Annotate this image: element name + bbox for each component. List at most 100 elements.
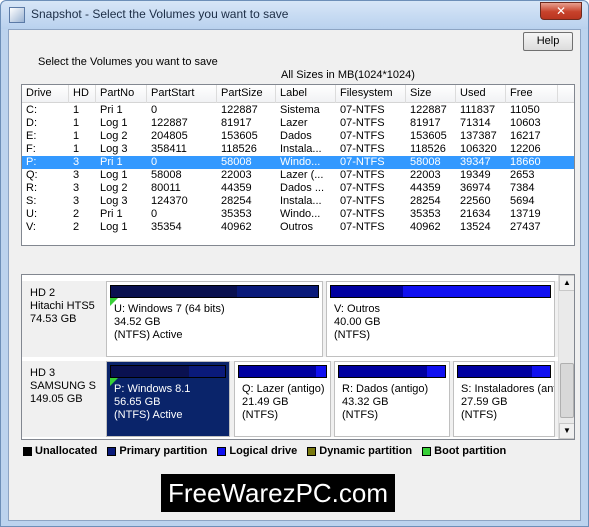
app-icon — [9, 7, 25, 23]
table-cell: 40962 — [410, 221, 441, 233]
table-cell: 18660 — [510, 156, 541, 168]
legend-swatch — [23, 446, 32, 456]
table-cell: 13719 — [510, 208, 541, 220]
partition-line3: (NTFS) — [461, 409, 498, 421]
table-row[interactable]: Q: 3 Log 1 58008 22003 Lazer (... 07-NTFS 22003… — [22, 169, 574, 182]
scroll-down-icon[interactable]: ▼ — [559, 423, 574, 439]
column-header[interactable]: PartSize — [217, 85, 276, 103]
table-cell: 07-NTFS — [340, 130, 385, 142]
legend-label: Unallocated — [35, 445, 98, 457]
help-button[interactable]: Help — [523, 32, 573, 51]
table-cell: 3 — [73, 169, 80, 181]
instruction-text: Select the Volumes you want to save — [38, 56, 218, 68]
column-header[interactable]: PartStart — [147, 85, 217, 103]
partition-used-fill — [111, 286, 238, 297]
table-cell: 44359 — [221, 182, 252, 194]
partition-label: R: Dados (antigo) 43.32 GB (NTFS) — [342, 383, 428, 422]
table-cell: 118526 — [410, 143, 446, 155]
column-header[interactable]: Size — [406, 85, 456, 103]
table-cell: 204805 — [151, 130, 188, 142]
table-cell: Log 1 — [100, 169, 128, 181]
table-cell: 58008 — [151, 169, 182, 181]
partition-block[interactable]: Q: Lazer (antigo) 21.49 GB (NTFS) — [234, 361, 331, 437]
table-cell: Instala... — [280, 143, 322, 155]
close-button[interactable]: ✕ — [540, 2, 582, 20]
table-row[interactable]: F: 1 Log 3 358411 118526 Instala... 07-NTFS 118… — [22, 143, 574, 156]
table-cell: 137387 — [460, 130, 497, 142]
disk-map: HD 2 Hitachi HTS5 74.53 GB U: Windows 7 (64… — [21, 274, 575, 440]
column-header[interactable]: Drive — [22, 85, 69, 103]
table-cell: 22003 — [221, 169, 252, 181]
table-row[interactable]: P: 3 Pri 1 0 58008 Windo... 07-NTFS 58008 39347 1… — [22, 156, 574, 169]
table-cell: 122887 — [221, 104, 258, 116]
table-cell: 22560 — [460, 195, 491, 207]
table-cell: 28254 — [221, 195, 252, 207]
table-row[interactable]: D: 1 Log 1 122887 81917 Lazer 07-NTFS 81917 7131… — [22, 117, 574, 130]
disk-model: Hitachi HTS5 — [30, 300, 95, 312]
partition-line3: (NTFS) Active — [114, 329, 183, 341]
column-header[interactable]: Label — [276, 85, 336, 103]
legend-item: Boot partition — [422, 444, 506, 458]
partition-line2: 43.32 GB — [342, 396, 389, 408]
legend-swatch — [307, 446, 317, 456]
partition-block[interactable]: S: Instaladores (antigo)27.59 GB(NTFS) — [453, 361, 555, 437]
table-cell: 2 — [73, 221, 80, 233]
table-cell: 1 — [73, 104, 80, 116]
vertical-scrollbar[interactable]: ▲ ▼ — [558, 275, 574, 439]
table-cell: 106320 — [460, 143, 497, 155]
partition-line1: V: Outros — [334, 303, 381, 315]
table-cell: 122887 — [410, 104, 447, 116]
partition-usage-bar — [110, 285, 319, 298]
table-cell: E: — [26, 130, 37, 142]
partition-line1: Q: Lazer (antigo) — [242, 383, 325, 395]
table-cell: 111837 — [460, 104, 496, 116]
table-cell: 3 — [73, 156, 80, 168]
table-cell: 1 — [73, 143, 80, 155]
disk-name: HD 3 — [30, 367, 56, 379]
window-title: Snapshot - Select the Volumes you want t… — [31, 7, 289, 21]
table-row[interactable]: S: 3 Log 3 124370 28254 Instala... 07-NTFS 2825… — [22, 195, 574, 208]
table-row[interactable]: V: 2 Log 1 35354 40962 Outros 07-NTFS 40962 1352… — [22, 221, 574, 234]
column-header[interactable]: PartNo — [96, 85, 147, 103]
table-row[interactable]: C: 1 Pri 1 0 122887 Sistema 07-NTFS 122887 11183… — [22, 104, 574, 117]
table-cell: 153605 — [221, 130, 258, 142]
table-cell: 07-NTFS — [340, 156, 385, 168]
table-row[interactable]: U: 2 Pri 1 0 35353 Windo... 07-NTFS 35353 21634 1… — [22, 208, 574, 221]
partition-line3: (NTFS) Active — [114, 409, 183, 421]
partition-line3: (NTFS) — [334, 329, 371, 341]
table-cell: 07-NTFS — [340, 195, 385, 207]
partition-usage-bar — [338, 365, 446, 378]
dialog-body: Help Select the Volumes you want to save… — [8, 29, 581, 521]
disk-info: HD 2 Hitachi HTS5 74.53 GB — [22, 281, 98, 326]
table-row[interactable]: R: 3 Log 2 80011 44359 Dados ... 07-NTFS 44359 3… — [22, 182, 574, 195]
disk-row: HD 2 Hitachi HTS5 74.53 GB U: Windows 7 (64… — [22, 281, 559, 357]
column-header[interactable]: Filesystem — [336, 85, 406, 103]
disk-model: SAMSUNG S — [30, 380, 97, 392]
title-bar[interactable]: Snapshot - Select the Volumes you want t… — [1, 1, 588, 29]
table-cell: 58008 — [410, 156, 441, 168]
partition-line2: 56.65 GB — [114, 396, 161, 408]
table-cell: 3 — [73, 195, 80, 207]
table-cell: 07-NTFS — [340, 221, 385, 233]
partition-block[interactable]: R: Dados (antigo) 43.32 GB (NTFS) — [334, 361, 450, 437]
column-header[interactable]: Used — [456, 85, 506, 103]
table-cell: C: — [26, 104, 37, 116]
table-cell: 118526 — [221, 143, 257, 155]
table-cell: Pri 1 — [100, 104, 123, 116]
table-row[interactable]: E: 1 Log 2 204805 153605 Dados 07-NTFS 153605 13… — [22, 130, 574, 143]
table-cell: Outros — [280, 221, 314, 233]
disk-name: HD 2 — [30, 287, 56, 299]
volume-list[interactable]: Drive HD PartNo PartStart PartSize Label… — [21, 84, 575, 246]
partition-block[interactable]: P: Windows 8.1 56.65 GB (NTFS) Active — [106, 361, 230, 437]
table-cell: Pri 1 — [100, 208, 123, 220]
partition-block[interactable]: V: Outros 40.00 GB (NTFS) — [326, 281, 555, 357]
column-header[interactable]: Free — [506, 85, 558, 103]
scroll-up-icon[interactable]: ▲ — [559, 275, 574, 291]
scroll-thumb[interactable] — [560, 363, 574, 418]
partition-line1: P: Windows 8.1 — [114, 383, 191, 395]
legend-label: Primary partition — [119, 445, 208, 457]
partition-usage-bar — [110, 365, 226, 378]
column-header[interactable]: HD — [69, 85, 96, 103]
table-cell: 81917 — [221, 117, 252, 129]
partition-block[interactable]: U: Windows 7 (64 bits) 34.52 GB (NTFS) Act… — [106, 281, 323, 357]
